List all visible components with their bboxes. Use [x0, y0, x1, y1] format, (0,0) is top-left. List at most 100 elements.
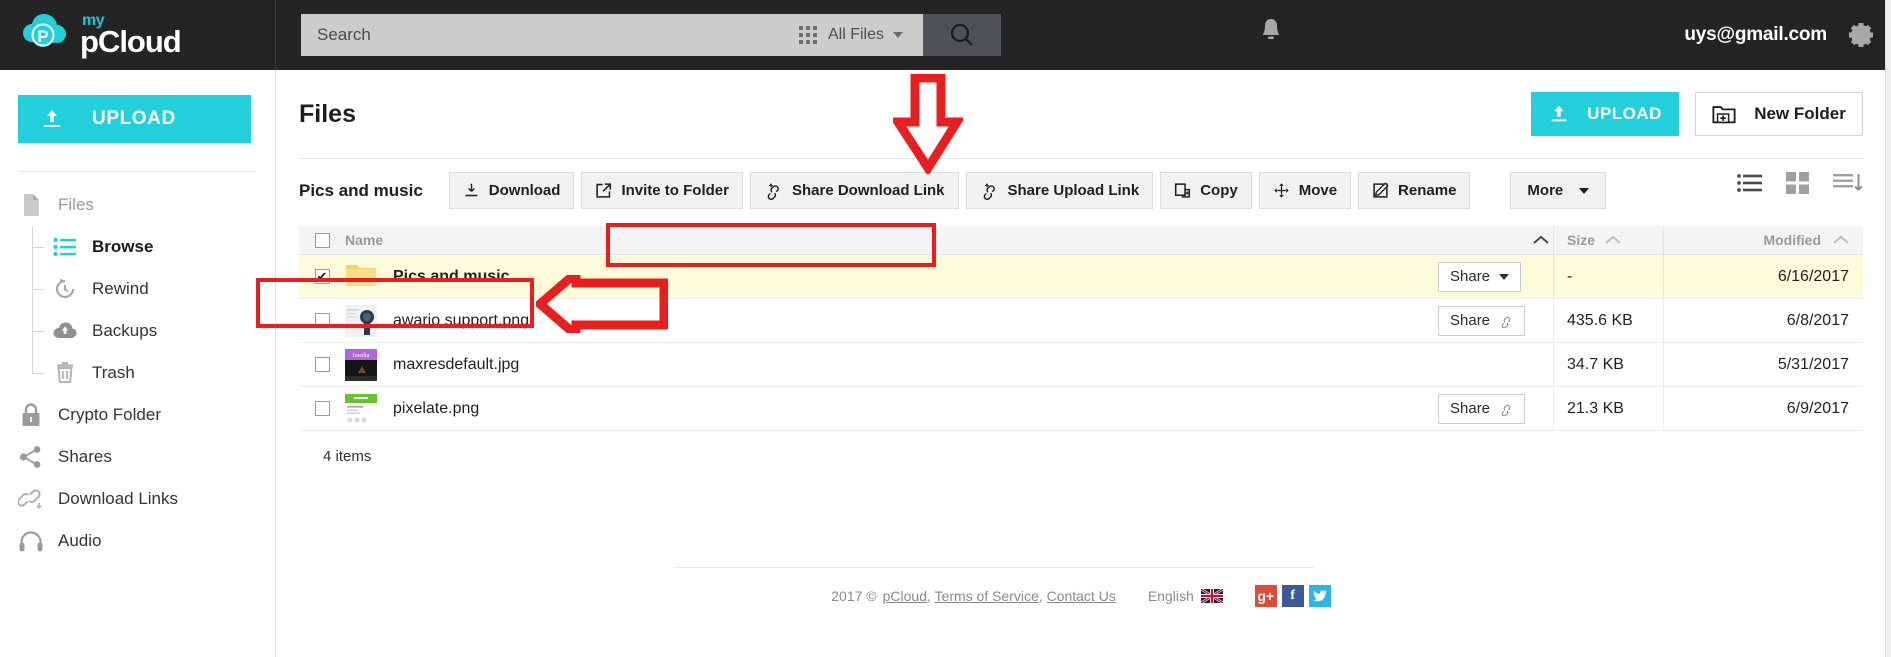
sidebar-item-label: Rewind	[92, 279, 149, 298]
more-actions-button[interactable]: More	[1510, 172, 1607, 209]
sidebar-item-files[interactable]: Files	[0, 184, 275, 226]
google-plus-icon[interactable]: g+	[1254, 585, 1277, 607]
new-folder-button[interactable]: New Folder	[1695, 92, 1863, 136]
search-input[interactable]	[317, 25, 799, 45]
twitter-icon[interactable]	[1308, 585, 1331, 607]
settings-gear-icon	[1849, 23, 1873, 47]
logo-pcloud-text: pCloud	[80, 24, 182, 59]
sort-order-icon[interactable]	[1833, 172, 1863, 199]
page-scrollbar[interactable]	[1885, 0, 1891, 657]
table-row[interactable]: Pics and music Share - 6/16/2017	[299, 255, 1863, 299]
sidebar-item-download-links[interactable]: Download Links	[0, 478, 275, 520]
row-file-name: maxresdefault.jpg	[393, 355, 520, 373]
upload-button[interactable]: UPLOAD	[1531, 92, 1679, 136]
row-modified: 6/9/2017	[1663, 387, 1863, 430]
file-table: Name Size Modified ✔ Pics and music Shar…	[299, 226, 1863, 465]
settings-button[interactable]	[1845, 19, 1877, 56]
download-icon	[465, 183, 478, 197]
pcloud-link[interactable]: pCloud	[883, 588, 927, 604]
sidebar-item-trash[interactable]: Trash	[0, 352, 275, 394]
sidebar-item-shares[interactable]: Shares	[0, 436, 275, 478]
row-select-cell	[299, 401, 345, 416]
row-share-cell: Share	[1438, 261, 1553, 292]
table-row[interactable]: pixelate.png Share 21.3 KB 6/9/2017	[299, 387, 1863, 431]
grid-view-icon[interactable]	[1786, 172, 1810, 199]
search-scope-dropdown[interactable]: All Files	[828, 26, 917, 44]
row-checkbox[interactable]	[314, 269, 330, 284]
left-sidebar: UPLOAD Files Browse Rewind Backups Trash…	[0, 70, 276, 657]
sort-caret-up-icon[interactable]	[1533, 235, 1549, 245]
terms-of-service-link[interactable]: Terms of Service	[935, 588, 1039, 604]
row-size: 34.7 KB	[1553, 343, 1663, 386]
page-footer: 2017 © pCloud, Terms of Service, Contact…	[277, 585, 1885, 607]
account-email[interactable]: uys@gmail.com	[1684, 0, 1827, 70]
notifications-button[interactable]	[1258, 16, 1284, 51]
share-upload-link-button[interactable]: Share Upload Link	[965, 172, 1154, 209]
table-header-row: Name Size Modified	[299, 226, 1863, 255]
link-icon	[1501, 404, 1511, 416]
list-view-icon[interactable]	[1737, 173, 1763, 198]
share-link-button[interactable]: Share	[1438, 305, 1526, 336]
invite-to-folder-button[interactable]: Invite to Folder	[581, 172, 743, 209]
footer-links: pCloud, Terms of Service, Contact Us	[883, 588, 1116, 604]
row-checkbox[interactable]	[314, 357, 330, 372]
row-file-name: Pics and music	[393, 267, 510, 285]
sidebar-item-label: Shares	[58, 447, 112, 466]
language-selector[interactable]: English	[1148, 588, 1223, 604]
column-header-modified[interactable]: Modified	[1663, 226, 1863, 254]
tree-line	[32, 352, 33, 373]
item-count-label: 4 items	[323, 448, 372, 465]
link-plus-icon	[983, 183, 995, 200]
row-checkbox[interactable]	[314, 401, 330, 416]
sidebar-upload-button[interactable]: UPLOAD	[18, 95, 251, 143]
share-link-button[interactable]: Share	[1438, 393, 1526, 424]
page-header: Files UPLOAD New Folder	[277, 70, 1885, 136]
share-label: Share	[1450, 268, 1491, 285]
image-thumbnail	[345, 304, 377, 337]
row-share-cell: Share	[1438, 393, 1553, 424]
contact-us-link[interactable]: Contact Us	[1047, 588, 1116, 604]
rename-button[interactable]: Rename	[1358, 172, 1471, 209]
copy-icon	[1175, 183, 1191, 198]
column-label-name: Name	[345, 232, 384, 248]
share-download-link-button[interactable]: Share Download Link	[749, 172, 959, 209]
facebook-icon[interactable]: f	[1281, 585, 1304, 607]
row-name-cell: Imedia maxresdefault.jpg	[345, 348, 1438, 381]
search-field[interactable]: All Files	[301, 14, 923, 56]
view-mode-toggles	[1737, 172, 1863, 199]
upload-icon	[1551, 105, 1567, 122]
share-dropdown-button[interactable]: Share	[1438, 261, 1522, 292]
column-header-size[interactable]: Size	[1553, 226, 1663, 254]
new-folder-label: New Folder	[1754, 104, 1846, 123]
download-button[interactable]: Download	[448, 172, 575, 209]
select-all-checkbox[interactable]	[314, 232, 330, 248]
comma-2: ,	[1038, 588, 1043, 604]
sidebar-item-crypto-folder[interactable]: Crypto Folder	[0, 394, 275, 436]
sidebar-item-label: Browse	[92, 237, 154, 256]
search-button[interactable]	[923, 14, 1001, 56]
sidebar-item-backups[interactable]: Backups	[0, 310, 275, 352]
link-icon	[1501, 316, 1511, 328]
sidebar-nav: Files Browse Rewind Backups Trash Crypto…	[0, 172, 275, 562]
table-row[interactable]: Imedia maxresdefault.jpg 34.7 KB 5/31/20…	[299, 343, 1863, 387]
sidebar-item-label: Backups	[92, 321, 158, 340]
list-lines-icon	[52, 234, 78, 260]
column-header-share	[1438, 235, 1553, 245]
sidebar-item-rewind[interactable]: Rewind	[0, 268, 275, 310]
apps-grid-icon[interactable]	[798, 26, 817, 44]
table-row[interactable]: awario support.png Share 435.6 KB 6/8/20…	[299, 299, 1863, 343]
row-checkbox[interactable]	[314, 313, 330, 328]
sidebar-item-browse[interactable]: Browse	[0, 226, 275, 268]
sidebar-item-audio[interactable]: Audio	[0, 520, 275, 562]
toolbar-button-label: Rename	[1398, 182, 1457, 199]
sort-caret-up-icon	[1833, 235, 1849, 244]
brand-logo[interactable]: P my pCloud	[0, 0, 276, 70]
sidebar-item-label: Audio	[58, 531, 102, 550]
notifications-bell-icon	[1263, 19, 1279, 40]
chevron-down-icon	[1499, 273, 1510, 280]
language-label: English	[1147, 588, 1194, 604]
copy-button[interactable]: Copy	[1160, 172, 1252, 209]
image-thumbnail	[345, 392, 377, 425]
column-header-name[interactable]: Name	[345, 232, 1438, 248]
move-button[interactable]: Move	[1258, 172, 1352, 209]
